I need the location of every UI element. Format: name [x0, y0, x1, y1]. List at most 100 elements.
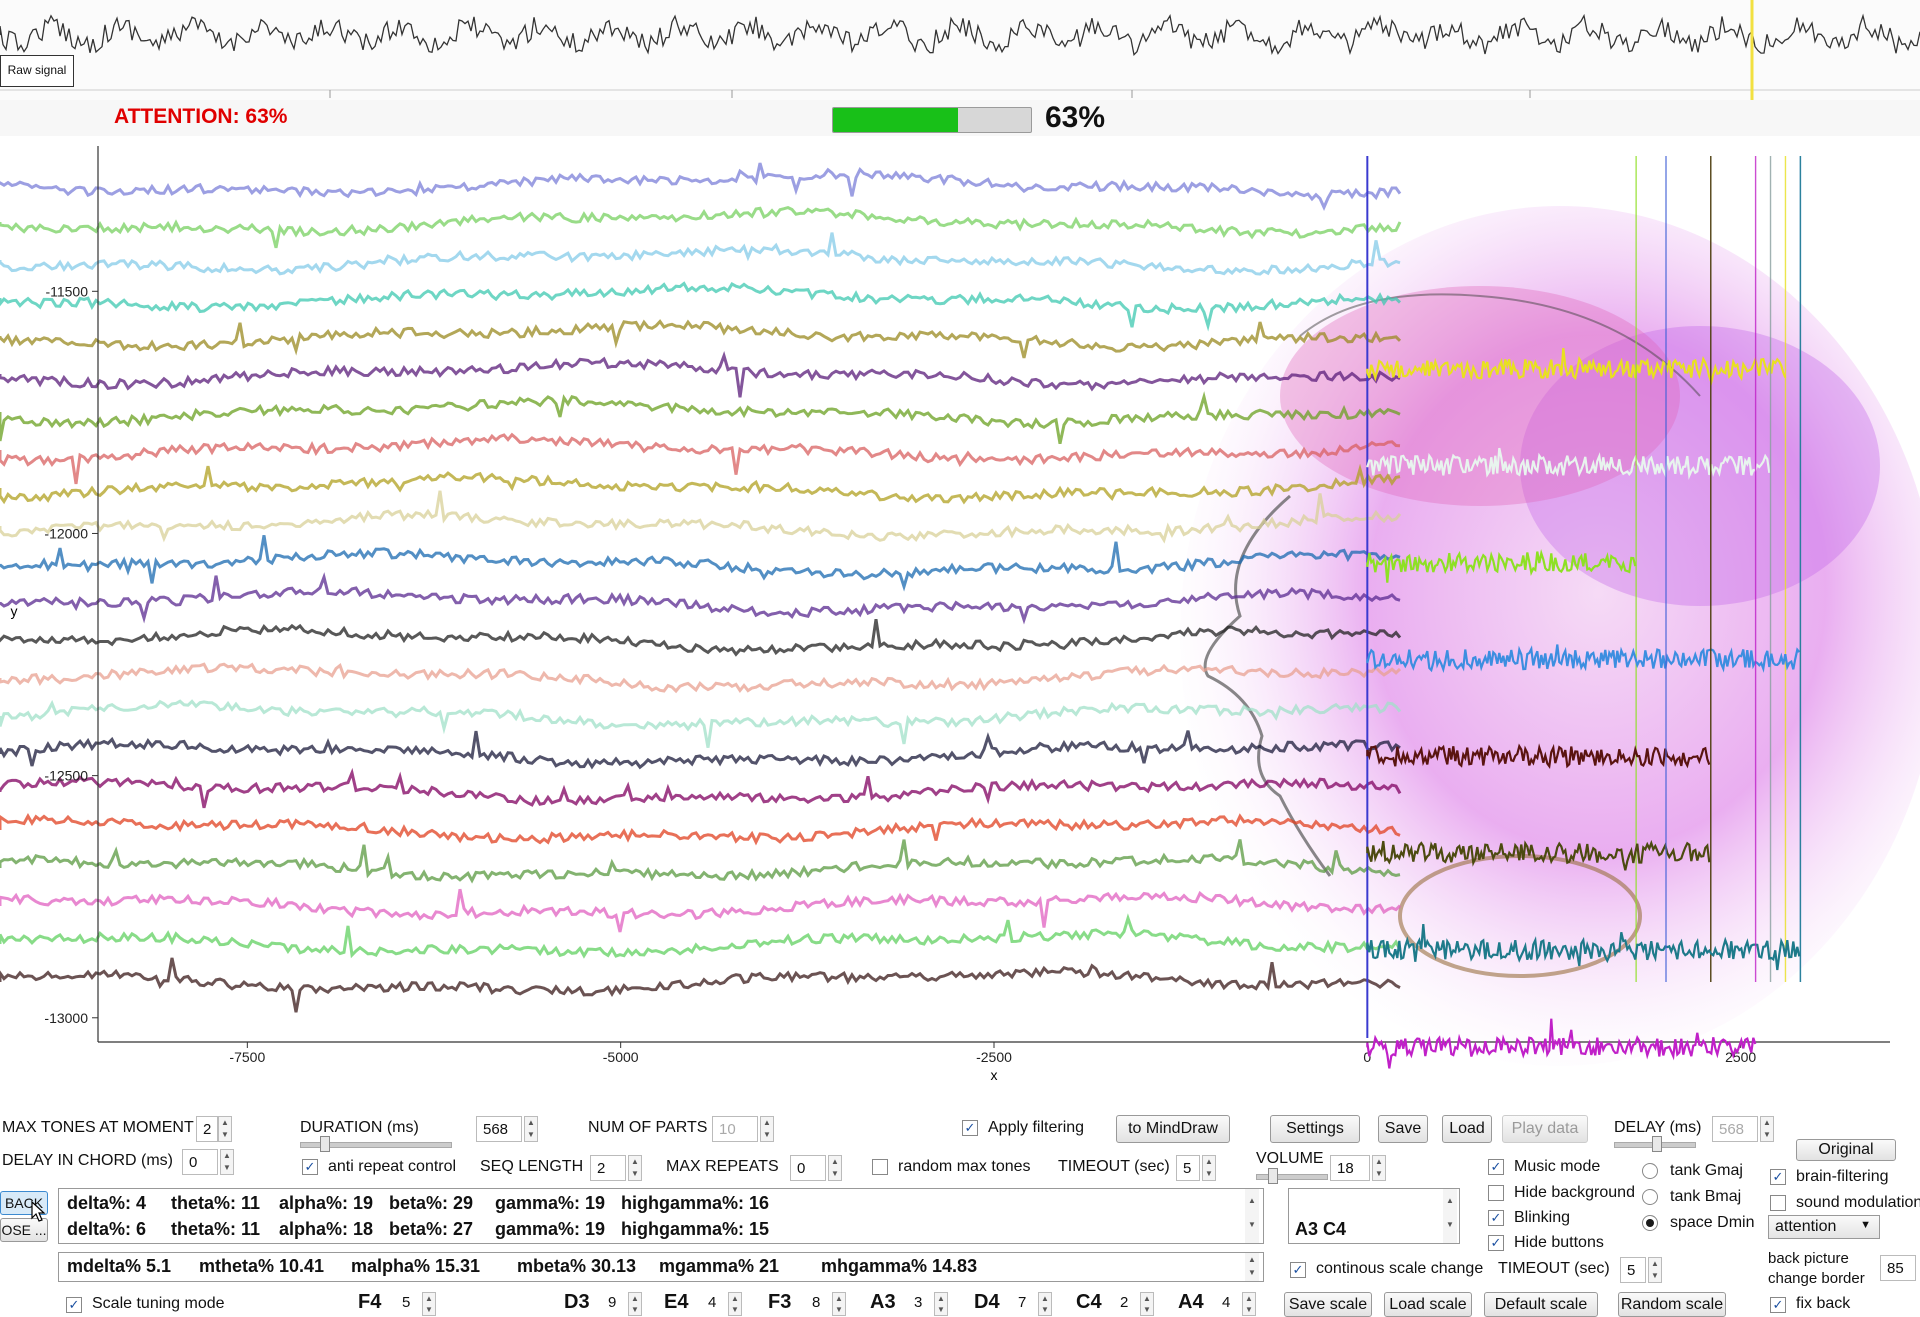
past-trace — [0, 281, 1402, 332]
note-label: E4 — [664, 1291, 689, 1313]
band-list-scrollbar[interactable]: ▲ ▼ — [1245, 1189, 1259, 1243]
note-spinner[interactable]: ▲ ▼ — [1038, 1292, 1052, 1316]
eeg-chart: -11500 -12000 -12500 -13000 -7500 -5000 -2500 0… — [0, 136, 1920, 1163]
note-spinner[interactable]: ▲ ▼ — [422, 1292, 436, 1316]
note-spinner[interactable]: ▲ ▼ — [1242, 1292, 1256, 1316]
note-spinner[interactable]: ▲ ▼ — [628, 1292, 642, 1316]
raw-signal-trace — [0, 13, 1920, 57]
tank-gmaj-radio[interactable] — [1642, 1163, 1658, 1179]
note-spinner[interactable]: ▲ ▼ — [728, 1292, 742, 1316]
anti-repeat-checkbox[interactable]: ✓ — [302, 1159, 318, 1175]
sound-modulation-checkbox[interactable] — [1770, 1195, 1786, 1211]
note-value-field[interactable]: 3 — [908, 1292, 932, 1316]
hide-buttons-checkbox[interactable]: ✓ — [1488, 1235, 1504, 1251]
mode-select-value: attention — [1775, 1218, 1837, 1235]
volume-slider[interactable] — [1256, 1174, 1328, 1180]
random-scale-button[interactable]: Random scale — [1618, 1292, 1726, 1317]
band-means-spinner[interactable]: ▲ ▼ — [1245, 1253, 1259, 1281]
max-tones-field[interactable]: 2 — [196, 1116, 218, 1142]
delay-field[interactable]: 568 — [1712, 1116, 1758, 1142]
note-spinner[interactable]: ▲ ▼ — [1140, 1292, 1154, 1316]
note-value-field[interactable]: 7 — [1012, 1292, 1036, 1316]
past-trace — [0, 813, 1401, 846]
play-data-button[interactable]: Play data — [1502, 1115, 1588, 1143]
mode-select[interactable]: attention ▼ — [1768, 1215, 1880, 1239]
hide-buttons-label: Hide buttons — [1514, 1234, 1604, 1251]
load-button[interactable]: Load — [1442, 1115, 1492, 1143]
note-value-field[interactable]: 2 — [1114, 1292, 1138, 1316]
timeout-field[interactable]: 5 — [1176, 1155, 1200, 1181]
continuous-scale-checkbox[interactable]: ✓ — [1290, 1262, 1306, 1278]
volume-spinner[interactable]: ▲ ▼ — [1372, 1155, 1386, 1181]
volume-slider-thumb[interactable] — [1268, 1168, 1278, 1184]
band-value: alpha%: 18 — [279, 1219, 374, 1239]
to-minddraw-button[interactable]: to MindDraw — [1116, 1115, 1230, 1143]
back-picture-field[interactable]: 85 — [1880, 1255, 1916, 1281]
seq-length-spinner[interactable]: ▲ ▼ — [628, 1155, 642, 1181]
attention-percent: 63% — [1045, 101, 1106, 134]
blinking-checkbox[interactable]: ✓ — [1488, 1210, 1504, 1226]
default-scale-button[interactable]: Default scale — [1484, 1292, 1598, 1317]
x-tick-label: -5000 — [603, 1049, 639, 1065]
duration-spinner[interactable]: ▲ ▼ — [524, 1116, 538, 1142]
note-label: D3 — [564, 1291, 590, 1313]
timeout-spinner[interactable]: ▲ ▼ — [1202, 1155, 1216, 1181]
timeout2-field[interactable]: 5 — [1620, 1257, 1646, 1283]
fix-back-checkbox[interactable]: ✓ — [1770, 1297, 1786, 1313]
delay-slider-thumb[interactable] — [1652, 1136, 1662, 1152]
note-value-field[interactable]: 5 — [396, 1292, 420, 1316]
past-trace — [0, 232, 1401, 276]
y-tick-label: -12000 — [44, 525, 88, 541]
band-mean-value: mhgamma% 14.83 — [821, 1256, 978, 1276]
max-tones-spinner[interactable]: ▲ ▼ — [218, 1116, 232, 1142]
num-parts-spinner[interactable]: ▲ ▼ — [760, 1116, 774, 1142]
notes-scrollbar[interactable]: ▲ ▼ — [1443, 1189, 1457, 1243]
band-means-field: mdelta% 5.1 mtheta% 10.41 malpha% 15.31 mbe… — [58, 1252, 1264, 1282]
delay-chord-field[interactable]: 0 — [182, 1149, 218, 1175]
note-label: F4 — [358, 1291, 382, 1313]
max-repeats-field[interactable]: 0 — [790, 1155, 826, 1181]
seq-length-field[interactable]: 2 — [590, 1155, 626, 1181]
brain-filtering-checkbox[interactable]: ✓ — [1770, 1169, 1786, 1185]
anti-repeat-label: anti repeat control — [328, 1158, 457, 1175]
sound-modulation-label: sound modulation — [1796, 1194, 1920, 1211]
save-button[interactable]: Save — [1378, 1115, 1428, 1143]
chevron-down-icon: ▼ — [1860, 1219, 1871, 1231]
back-picture-label: back picture — [1768, 1250, 1849, 1267]
random-max-tones-checkbox[interactable] — [872, 1159, 888, 1175]
delay-chord-spinner[interactable]: ▲ ▼ — [220, 1149, 234, 1175]
num-parts-label: NUM OF PARTS — [588, 1119, 708, 1136]
max-repeats-spinner[interactable]: ▲ ▼ — [828, 1155, 842, 1181]
delay-spinner[interactable]: ▲ ▼ — [1760, 1116, 1774, 1142]
load-scale-button[interactable]: Load scale — [1384, 1292, 1472, 1317]
duration-field[interactable]: 568 — [476, 1116, 522, 1142]
note-spinner[interactable]: ▲ ▼ — [832, 1292, 846, 1316]
scale-tuning-checkbox[interactable]: ✓ — [66, 1297, 82, 1313]
band-value: theta%: 11 — [171, 1193, 261, 1213]
duration-slider-thumb[interactable] — [320, 1136, 330, 1152]
apply-filtering-checkbox[interactable]: ✓ — [962, 1120, 978, 1136]
tank-bmaj-radio[interactable] — [1642, 1189, 1658, 1205]
past-trace — [0, 351, 1401, 398]
num-parts-field[interactable]: 10 — [712, 1116, 758, 1142]
note-value-field[interactable]: 4 — [702, 1292, 726, 1316]
band-value: theta%: 11 — [171, 1219, 261, 1239]
music-mode-checkbox[interactable]: ✓ — [1488, 1159, 1504, 1175]
past-trace — [0, 730, 1401, 770]
volume-field[interactable]: 18 — [1330, 1155, 1370, 1181]
note-value-field[interactable]: 4 — [1216, 1292, 1240, 1316]
note-value-field[interactable]: 9 — [602, 1292, 626, 1316]
space-dmin-radio[interactable] — [1642, 1215, 1658, 1231]
note-spinner[interactable]: ▲ ▼ — [934, 1292, 948, 1316]
hide-background-checkbox[interactable] — [1488, 1185, 1504, 1201]
note-value-field[interactable]: 8 — [806, 1292, 830, 1316]
delay-label: DELAY (ms) — [1614, 1119, 1702, 1136]
note-label: C4 — [1076, 1291, 1102, 1313]
save-scale-button[interactable]: Save scale — [1284, 1292, 1372, 1317]
raw-signal-strip — [0, 0, 1920, 101]
y-tick-label: -11500 — [45, 283, 88, 299]
notes-value: A3 C4 — [1295, 1219, 1347, 1239]
original-button[interactable]: Original — [1796, 1139, 1896, 1161]
settings-button[interactable]: Settings — [1270, 1115, 1360, 1143]
timeout2-spinner[interactable]: ▲ ▼ — [1648, 1257, 1662, 1283]
